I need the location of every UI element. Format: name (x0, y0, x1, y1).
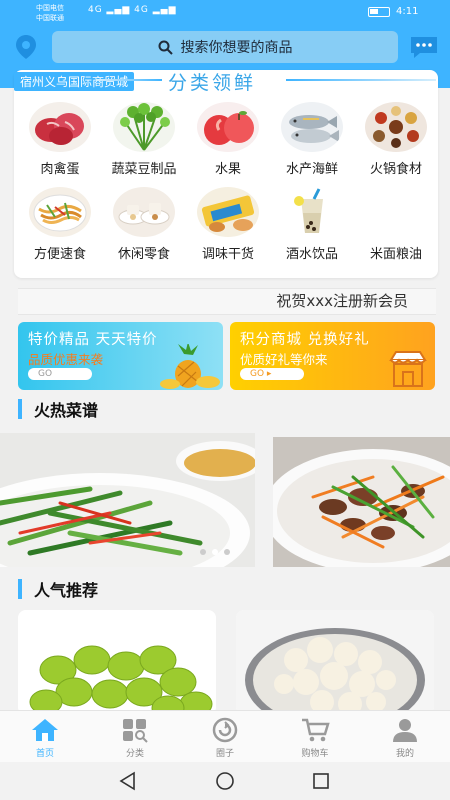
product-image (236, 610, 434, 715)
category-fruit[interactable]: 水果 (186, 102, 270, 177)
message-icon[interactable] (408, 33, 440, 61)
status-bar: 中国电信 中国联通 4G ▂▄▆ 4G ▂▄▆ 4:11 (0, 0, 450, 24)
fruit-icon (197, 102, 259, 152)
tab-profile[interactable]: 我的 (360, 711, 450, 762)
vegetable-icon (113, 102, 175, 152)
battery-icon (368, 7, 390, 17)
drink-icon (281, 187, 343, 237)
popular-heading: 人气推荐 (18, 579, 99, 600)
category-grid: 肉禽蛋 蔬菜豆制品 水果 水产海鲜 火锅食材 方便速食 休闲零食 调味干货 酒水… (18, 102, 438, 262)
promo-special-offer[interactable]: 特价精品 天天特价 品质优惠来袭 GO (18, 322, 223, 390)
tab-label: 圈子 (215, 749, 234, 759)
product-image (18, 610, 216, 715)
seasoning-icon (197, 187, 259, 237)
recipes-heading: 火热菜谱 (18, 399, 99, 420)
back-icon[interactable] (118, 771, 138, 791)
shop-icon (389, 351, 427, 387)
announcement-marquee[interactable]: 祝贺xxx注册新会员 (18, 288, 436, 315)
product-card[interactable] (18, 610, 216, 715)
home-button-icon[interactable] (215, 771, 235, 791)
promo-title: 积分商城 兑换好礼 (240, 332, 370, 348)
tab-label: 购物车 (301, 749, 329, 759)
category-label: 调味干货 (201, 247, 254, 262)
heading-bar (18, 579, 22, 599)
recipe-card[interactable] (273, 437, 450, 567)
tab-category[interactable]: 分类 (90, 711, 180, 762)
category-label: 方便速食 (33, 247, 86, 262)
category-label: 米面粮油 (369, 247, 422, 262)
category-label: 蔬菜豆制品 (111, 162, 177, 177)
search-icon (158, 40, 173, 55)
bottom-tab-bar: 首页 分类 圈子 购物车 我的 (0, 710, 450, 762)
category-grain[interactable]: 米面粮油 (354, 187, 438, 262)
heading-bar (18, 399, 22, 419)
signal-icon: 4G ▂▄▆ 4G ▂▄▆ (88, 5, 177, 15)
recipe-image (273, 437, 450, 567)
clock: 4:11 (396, 6, 419, 17)
carousel-indicator[interactable] (200, 549, 230, 555)
category-label: 酒水饮品 (285, 247, 338, 262)
promo-subtitle: 优质好礼等你来 (240, 352, 328, 367)
category-meat[interactable]: 肉禽蛋 (18, 102, 102, 177)
promo-go-button[interactable]: GO (28, 368, 92, 380)
category-label: 火锅食材 (369, 162, 422, 177)
category-icon (123, 719, 148, 743)
carousel-dot[interactable] (224, 549, 230, 555)
tab-label: 分类 (125, 749, 144, 759)
category-vegetable[interactable]: 蔬菜豆制品 (102, 102, 186, 177)
hotpot-icon (365, 102, 427, 152)
noodle-icon (29, 187, 91, 237)
circle-icon (212, 717, 238, 743)
divider (96, 79, 162, 81)
category-snack[interactable]: 休闲零食 (102, 187, 186, 262)
category-section-title: 分类领鲜 (168, 72, 257, 94)
promo-subtitle: 品质优惠来袭 (28, 352, 104, 367)
tab-cart[interactable]: 购物车 (270, 711, 360, 762)
location-icon[interactable] (13, 33, 39, 61)
category-label: 水果 (214, 162, 241, 177)
search-bar[interactable]: 搜索你想要的商品 (52, 31, 398, 63)
pineapple-icon (160, 344, 220, 389)
recipe-card[interactable] (0, 433, 255, 567)
tab-home[interactable]: 首页 (0, 711, 90, 762)
meat-icon (29, 102, 91, 152)
seafood-icon (281, 102, 343, 152)
divider (286, 79, 436, 81)
carrier-2: 中国联通 (36, 14, 64, 22)
category-label: 肉禽蛋 (40, 162, 80, 177)
promo-title: 特价精品 天天特价 (28, 332, 158, 348)
recents-icon[interactable] (311, 771, 331, 791)
category-seasoning[interactable]: 调味干货 (186, 187, 270, 262)
carrier-info: 中国电信 中国联通 (36, 3, 64, 23)
carousel-dot[interactable] (200, 549, 206, 555)
carousel-dot-active[interactable] (212, 549, 218, 555)
promo-points-mall[interactable]: 积分商城 兑换好礼 优质好礼等你来 GO ▸ (230, 322, 435, 390)
tab-label: 我的 (395, 749, 414, 759)
recipes-title: 火热菜谱 (34, 401, 99, 420)
search-placeholder: 搜索你想要的商品 (180, 40, 293, 56)
category-label: 水产海鲜 (285, 162, 338, 177)
tab-circle[interactable]: 圈子 (180, 711, 270, 762)
category-drink[interactable]: 酒水饮品 (270, 187, 354, 262)
category-instant-food[interactable]: 方便速食 (18, 187, 102, 262)
system-navigation-bar (0, 762, 450, 800)
tab-label: 首页 (35, 749, 54, 759)
category-hotpot[interactable]: 火锅食材 (354, 102, 438, 177)
popular-title: 人气推荐 (34, 581, 99, 600)
home-icon (32, 719, 58, 741)
category-label: 休闲零食 (117, 247, 170, 262)
product-card[interactable] (236, 610, 434, 715)
snack-icon (113, 187, 175, 237)
carrier-1: 中国电信 (36, 4, 64, 12)
grain-icon (365, 187, 427, 237)
promo-go-button[interactable]: GO ▸ (240, 368, 304, 380)
cart-icon (302, 718, 330, 742)
category-seafood[interactable]: 水产海鲜 (270, 102, 354, 177)
city-tag[interactable]: 宿州义乌国际商贸城 (14, 72, 135, 91)
recipe-image (0, 433, 255, 567)
profile-icon (393, 719, 417, 742)
